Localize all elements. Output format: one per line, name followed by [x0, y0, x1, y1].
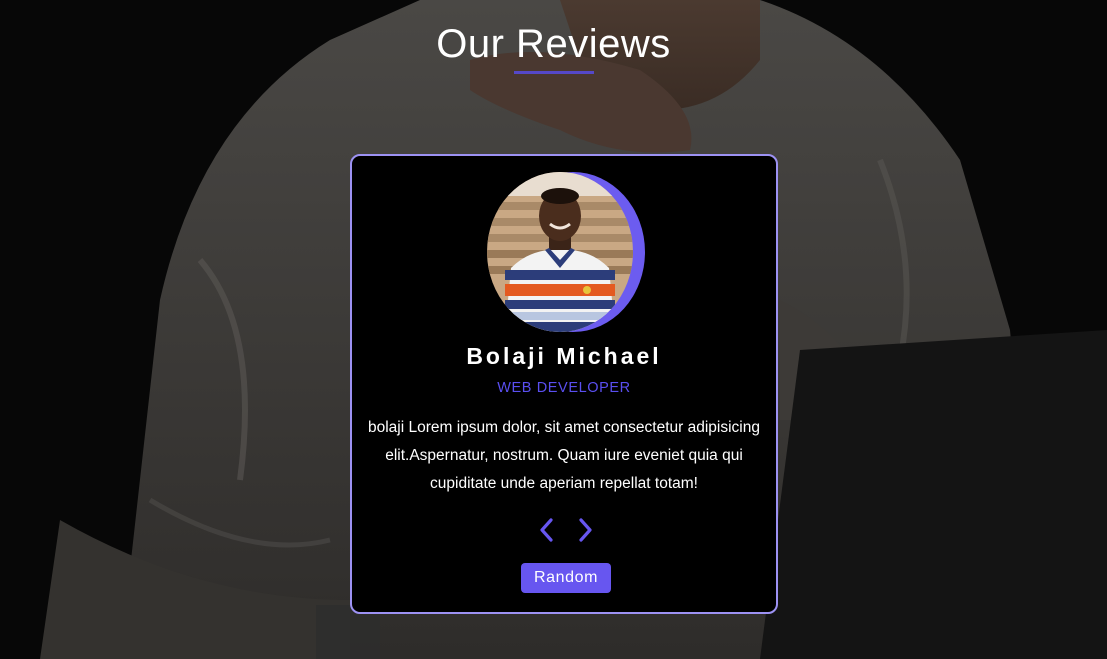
reviews-header: Our Reviews [0, 18, 1107, 74]
avatar-container [487, 172, 649, 334]
review-card: Bolaji Michael web developer bolaji Lore… [350, 154, 778, 614]
avatar [487, 172, 633, 332]
chevron-left-icon [540, 518, 553, 542]
page-background: Our Reviews Bolaji Michael WEB DEVELOPER… [0, 0, 1107, 659]
random-button[interactable]: Random [521, 563, 611, 593]
title-underline [513, 71, 594, 74]
prev-button[interactable] [532, 515, 562, 545]
author-name: Bolaji Michael [466, 343, 662, 369]
next-button[interactable] [570, 515, 600, 545]
section-title: Our Reviews [436, 22, 671, 66]
review-navigation [352, 515, 776, 545]
chevron-right-icon [579, 518, 592, 542]
avatar-portrait [487, 172, 633, 332]
review-text: bolaji Lorem ipsum dolor, sit amet conse… [368, 419, 760, 492]
author-job: web developer [497, 380, 631, 396]
